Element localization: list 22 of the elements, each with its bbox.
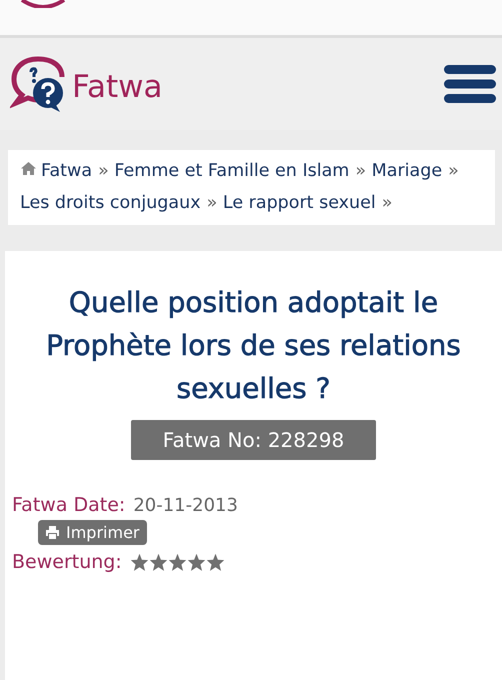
fatwa-number: Fatwa No: 228298 bbox=[130, 420, 376, 460]
breadcrumb-separator: » bbox=[382, 193, 392, 213]
question-title: Quelle position adoptait le Prophète lors de ses relations sexuelles ? bbox=[45, 285, 462, 407]
breadcrumb-separator: » bbox=[98, 161, 109, 181]
logo-text[interactable]: Fatwa bbox=[72, 69, 162, 105]
breadcrumb-link[interactable]: Le rapport sexuel bbox=[222, 193, 376, 213]
printer-icon bbox=[45, 526, 60, 539]
rating-label: Bewertung: bbox=[12, 551, 122, 573]
breadcrumb-separator: » bbox=[206, 193, 218, 213]
star-rating[interactable] bbox=[130, 552, 225, 572]
print-button[interactable]: Imprimer bbox=[38, 520, 146, 545]
breadcrumb-separator: » bbox=[448, 161, 459, 181]
breadcrumb-separator: » bbox=[355, 161, 366, 181]
breadcrumb-link[interactable]: Femme et Famille en Islam bbox=[114, 161, 350, 181]
logo-icon bbox=[20, 0, 66, 8]
breadcrumb-link[interactable]: Mariage bbox=[372, 161, 442, 181]
home-icon bbox=[20, 161, 37, 176]
date-label: Fatwa Date: bbox=[12, 494, 126, 516]
date-value: 20-11-2013 bbox=[133, 494, 238, 516]
menu-icon[interactable] bbox=[444, 63, 496, 105]
breadcrumb-link[interactable]: Fatwa bbox=[41, 161, 92, 181]
breadcrumb-link[interactable]: Les droits conjugaux bbox=[20, 193, 201, 213]
